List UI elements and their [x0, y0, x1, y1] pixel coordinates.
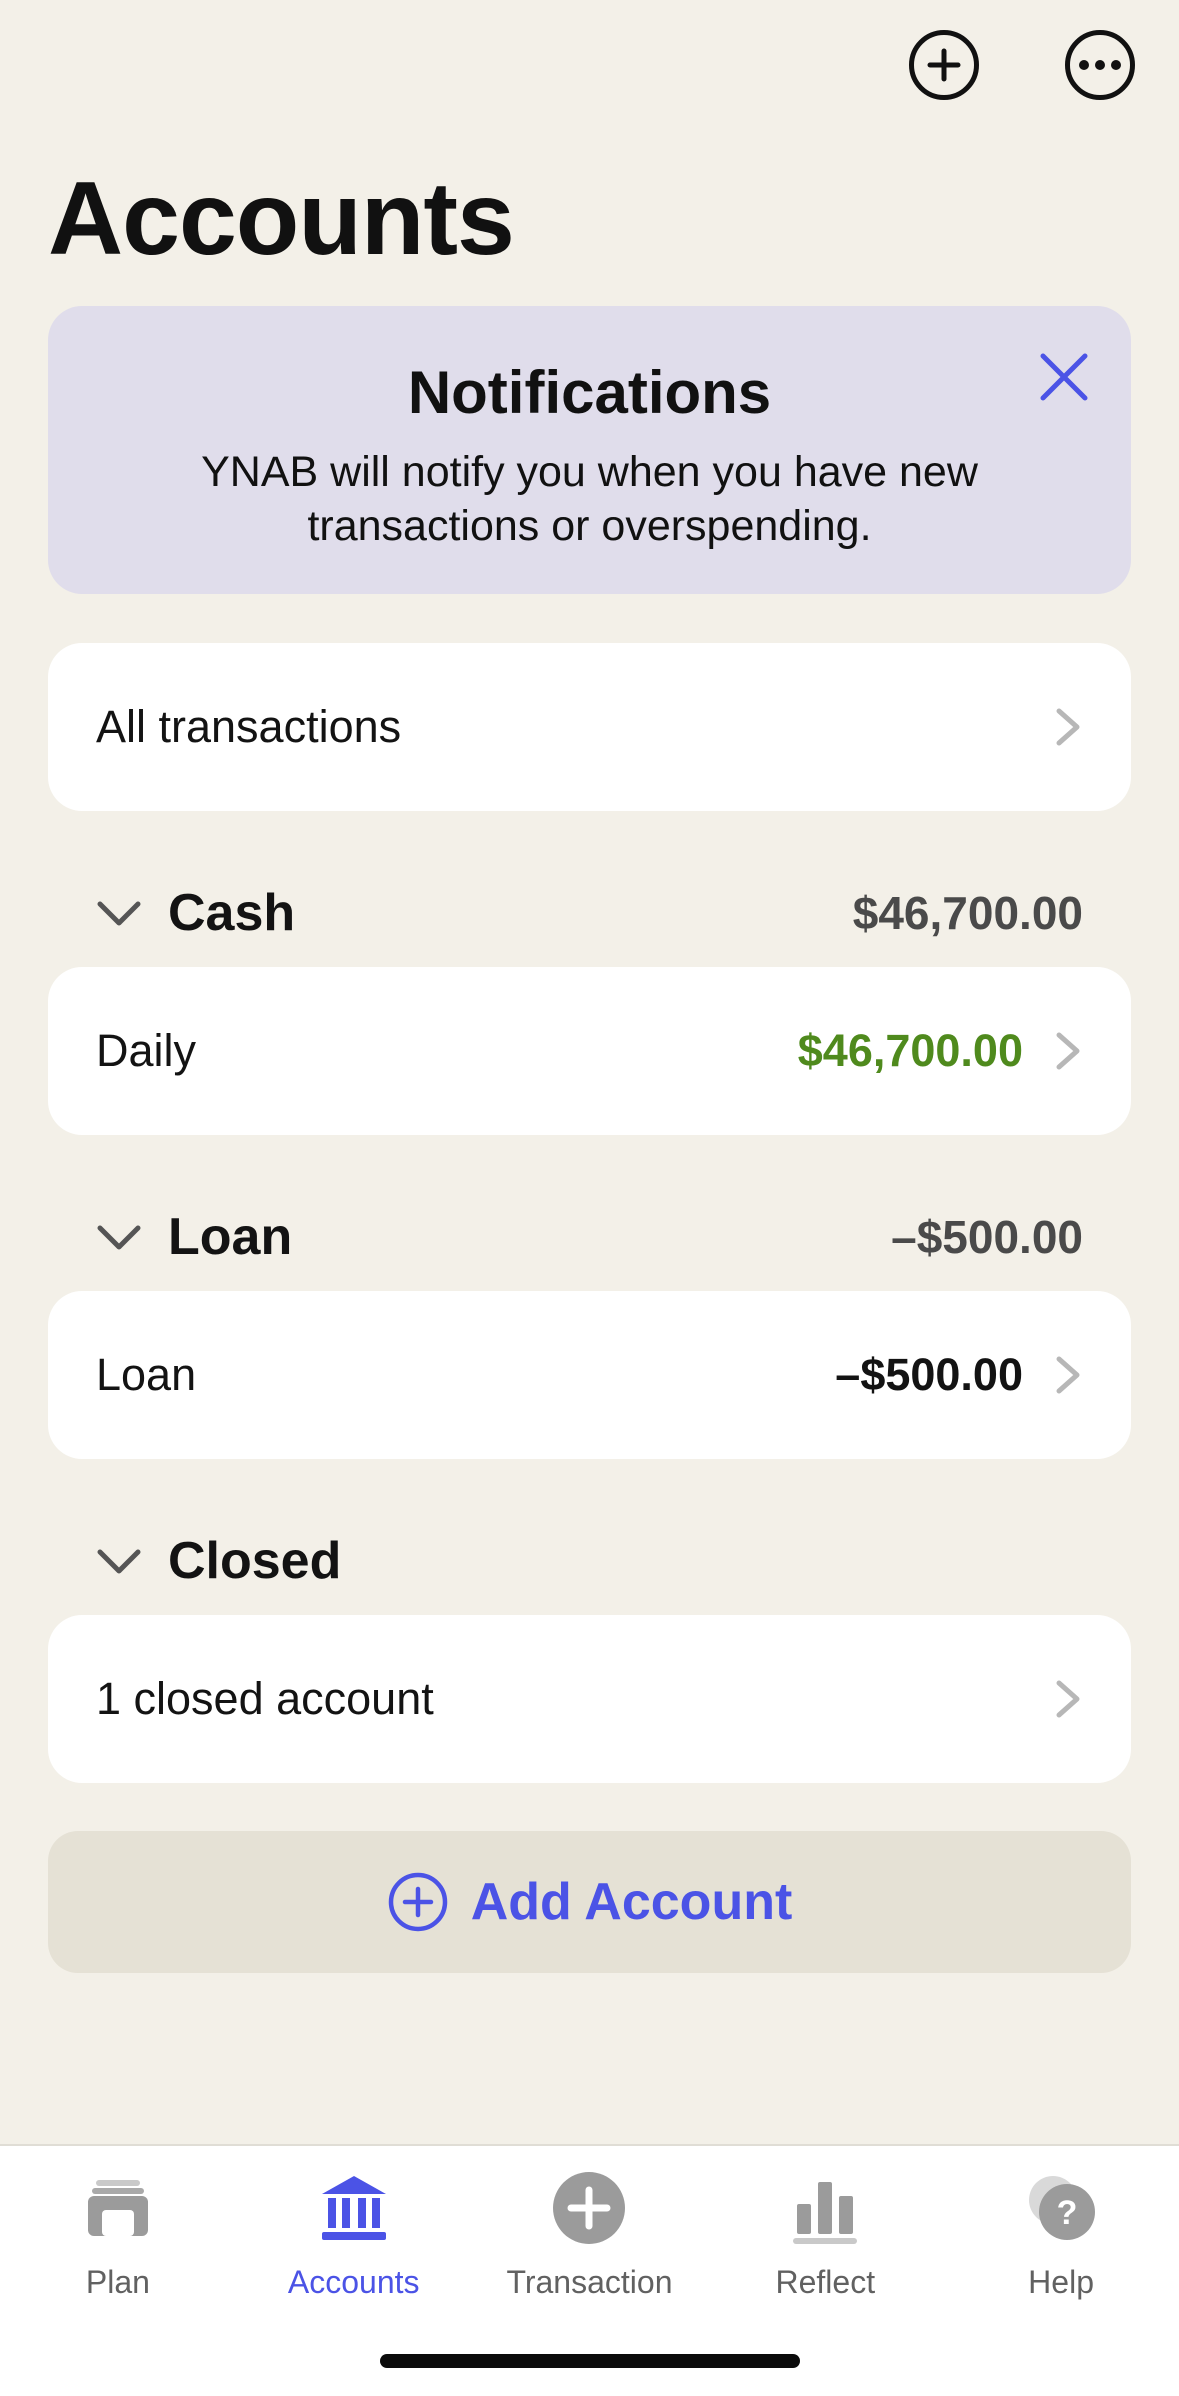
close-icon[interactable] [1033, 346, 1095, 408]
add-transaction-button[interactable] [909, 30, 979, 100]
bank-icon [321, 2176, 386, 2240]
account-balance: $46,700.00 [797, 1025, 1023, 1076]
page-title: Accounts [48, 161, 515, 277]
account-name: Daily [96, 1025, 197, 1076]
notifications-title: Notifications [407, 359, 772, 426]
section-name: Cash [168, 884, 296, 942]
tab-label: Plan [85, 2264, 150, 2300]
chevron-down-icon [97, 1549, 141, 1574]
section-total: –$500.00 [891, 1211, 1083, 1263]
more-options-button[interactable] [1065, 30, 1135, 100]
add-account-button[interactable]: Add Account [48, 1831, 1131, 1973]
section-name: Closed [168, 1532, 342, 1590]
tab-label: Transaction [506, 2264, 673, 2300]
bar-chart-icon [793, 2182, 858, 2244]
help-bubble-icon: ? [1029, 2176, 1096, 2240]
chevron-right-icon [1056, 1032, 1080, 1070]
closed-accounts-label: 1 closed account [96, 1673, 434, 1724]
home-indicator [380, 2354, 800, 2368]
tab-label: Accounts [287, 2264, 420, 2300]
notifications-body: YNAB will notify you when you have new t… [201, 448, 978, 550]
top-actions [909, 30, 1135, 100]
section-total: $46,700.00 [852, 887, 1083, 939]
chevron-right-icon [1056, 1356, 1080, 1394]
svg-text:?: ? [1057, 2194, 1078, 2232]
account-balance: –$500.00 [835, 1349, 1023, 1400]
section-name: Loan [168, 1208, 293, 1266]
section-header-cash[interactable]: Cash $46,700.00 [48, 873, 1131, 953]
chevron-down-icon [97, 1225, 141, 1250]
all-transactions-row[interactable]: All transactions [48, 643, 1131, 811]
section-header-loan[interactable]: Loan –$500.00 [48, 1197, 1131, 1277]
account-row-loan[interactable]: Loan –$500.00 [48, 1291, 1131, 1459]
tab-help[interactable]: ? Help [961, 2146, 1161, 2396]
section-header-closed[interactable]: Closed [48, 1521, 1131, 1601]
account-row-daily[interactable]: Daily $46,700.00 [48, 967, 1131, 1135]
plus-circle-icon [927, 48, 961, 82]
tab-label: Reflect [775, 2264, 876, 2300]
closed-accounts-row[interactable]: 1 closed account [48, 1615, 1131, 1783]
plus-circle-icon [553, 2172, 626, 2244]
all-transactions-label: All transactions [96, 701, 402, 752]
chevron-right-icon [1056, 1680, 1080, 1718]
notifications-banner: Notifications YNAB will notify you when … [48, 306, 1131, 594]
plan-icon [87, 2180, 148, 2236]
plus-circle-icon [388, 1872, 447, 1932]
chevron-right-icon [1056, 708, 1080, 746]
tab-label: Help [1028, 2264, 1094, 2300]
add-account-label: Add Account [470, 1873, 793, 1931]
tab-plan[interactable]: Plan [18, 2146, 218, 2396]
account-name: Loan [96, 1349, 197, 1400]
ellipsis-icon [1079, 60, 1121, 70]
chevron-down-icon [97, 901, 141, 926]
